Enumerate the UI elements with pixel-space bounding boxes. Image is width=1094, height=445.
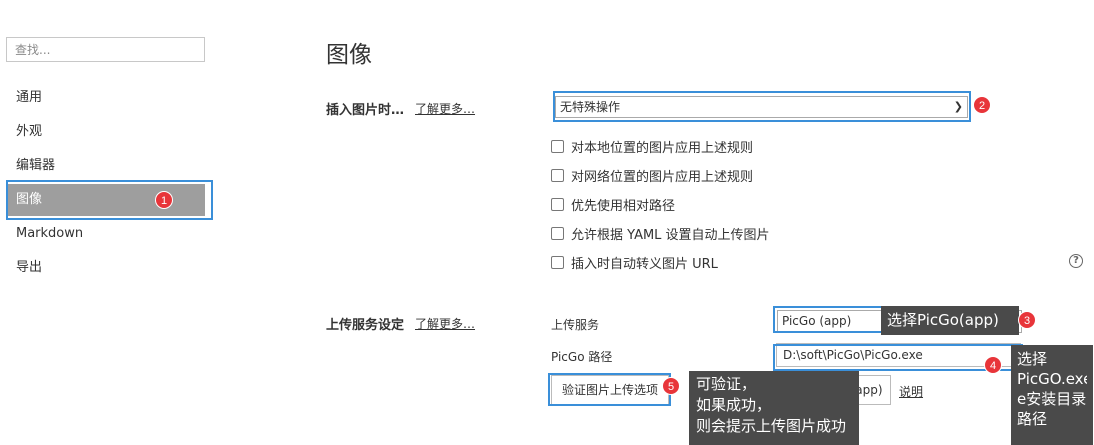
checkbox-box[interactable] xyxy=(551,139,564,153)
search-input[interactable] xyxy=(6,37,205,62)
badge-2: 2 xyxy=(973,96,991,114)
badge-1: 1 xyxy=(155,191,173,209)
upload-service-value: PicGo (app) xyxy=(782,314,852,328)
tooltip-line: PicGO.exe xyxy=(1017,370,1087,388)
checkbox-label: 优先使用相对路径 xyxy=(571,198,676,214)
checkbox-yaml-upload[interactable]: 允许根据 YAML 设置自动上传图片 xyxy=(551,224,770,243)
checkbox-label: 对网络位置的图片应用上述规则 xyxy=(571,169,754,185)
insert-learn-more-link[interactable]: 了解更多… xyxy=(415,100,475,117)
sidebar-item-image[interactable]: 图像 xyxy=(6,184,205,216)
sidebar-item-appearance[interactable]: 外观 xyxy=(6,117,205,147)
checkbox-network-images[interactable]: 对网络位置的图片应用上述规则 xyxy=(551,166,754,185)
explain-link[interactable]: 说明 xyxy=(899,383,923,400)
checkbox-label: 允许根据 YAML 设置自动上传图片 xyxy=(571,227,770,243)
insert-image-label: 插入图片时… xyxy=(326,103,405,118)
badge-5: 5 xyxy=(662,377,680,395)
tooltip-line: 如果成功， xyxy=(696,396,772,414)
checkbox-escape-url[interactable]: 插入时自动转义图片 URL xyxy=(551,253,718,272)
upload-learn-more-link[interactable]: 了解更多… xyxy=(415,315,475,332)
help-icon[interactable]: ? xyxy=(1069,254,1083,268)
tooltip-picgo-path: 选择 PicGO.exe e安装目录 路径 xyxy=(1011,345,1093,445)
verify-upload-button[interactable]: 验证图片上传选项 xyxy=(551,375,669,405)
badge-3: 3 xyxy=(1018,311,1036,329)
sidebar-item-editor[interactable]: 编辑器 xyxy=(6,151,205,181)
upload-service-label: 上传服务 xyxy=(551,318,600,332)
sidebar: 通用 外观 编辑器 图像 Markdown 导出 xyxy=(0,0,225,445)
insert-action-value: 无特殊操作 xyxy=(560,100,621,114)
checkbox-local-images[interactable]: 对本地位置的图片应用上述规则 xyxy=(551,137,754,156)
tooltip-line: 选择 xyxy=(1017,350,1048,368)
tooltip-select-picgo: 选择PicGo(app) xyxy=(881,306,1019,335)
tooltip-line: 则会提示上传图片成功 xyxy=(696,417,847,435)
checkbox-box[interactable] xyxy=(551,255,564,269)
checkbox-relative-path[interactable]: 优先使用相对路径 xyxy=(551,195,676,214)
tooltip-line: 路径 xyxy=(1017,410,1048,428)
tooltip-verify: 可验证， 如果成功， 则会提示上传图片成功 xyxy=(689,371,859,445)
checkbox-box[interactable] xyxy=(551,197,564,211)
checkbox-box[interactable] xyxy=(551,226,564,240)
insert-action-select[interactable]: 无特殊操作 ❯ xyxy=(555,96,968,118)
page-title: 图像 xyxy=(326,42,372,68)
upload-service-section-label: 上传服务设定 xyxy=(326,318,405,333)
checkbox-label: 对本地位置的图片应用上述规则 xyxy=(571,140,754,156)
tooltip-line: 可验证， xyxy=(696,375,757,393)
sidebar-item-general[interactable]: 通用 xyxy=(6,83,205,113)
checkbox-box[interactable] xyxy=(551,168,564,182)
badge-4: 4 xyxy=(984,356,1002,374)
tooltip-line: e安装目录 xyxy=(1017,390,1087,408)
checkbox-label: 插入时自动转义图片 URL xyxy=(571,256,718,272)
chevron-down-icon: ❯ xyxy=(953,100,963,113)
picgo-path-label: PicGo 路径 xyxy=(551,350,613,364)
sidebar-item-markdown[interactable]: Markdown xyxy=(6,219,205,249)
sidebar-item-export[interactable]: 导出 xyxy=(6,253,205,283)
